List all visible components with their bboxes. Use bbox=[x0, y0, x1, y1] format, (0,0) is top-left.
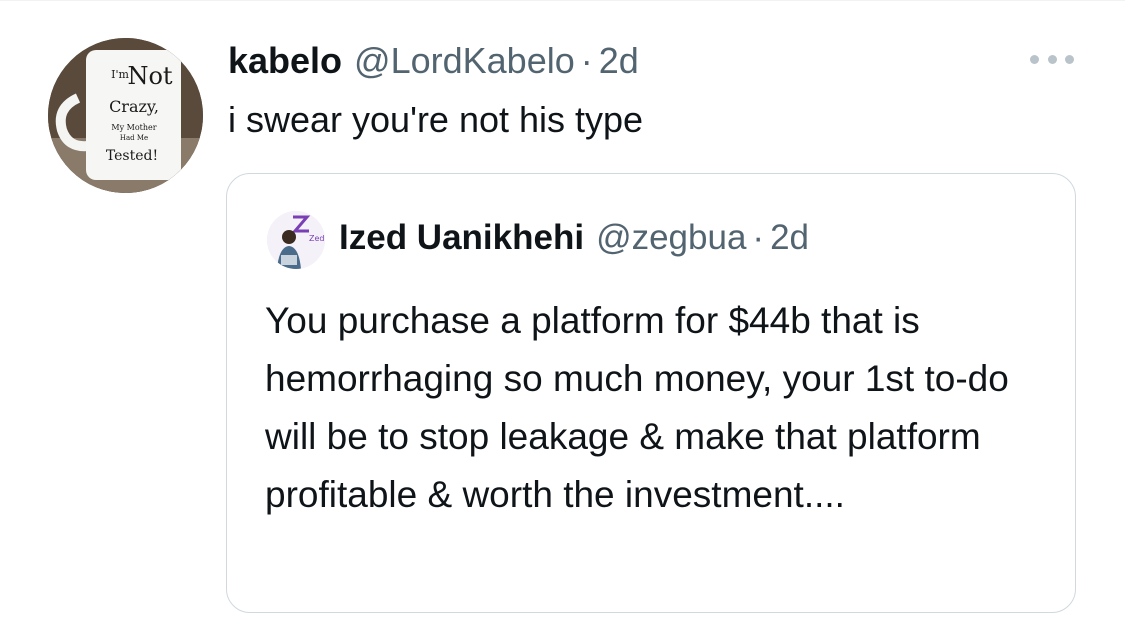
more-options-button[interactable] bbox=[1030, 44, 1074, 74]
more-horizontal-icon bbox=[1030, 54, 1039, 64]
quoted-tweet-card[interactable]: Zedi Ized Uanikhehi @zegbua · 2d You pur… bbox=[226, 173, 1076, 613]
more-horizontal-icon bbox=[1065, 54, 1074, 64]
quoted-tweet-text: You purchase a platform for $44b that is… bbox=[265, 300, 1009, 515]
mug-text-line: Not bbox=[127, 62, 172, 90]
quoted-author-handle[interactable]: @zegbua bbox=[596, 218, 746, 258]
quoted-tweet-header: Ized Uanikhehi @zegbua · 2d bbox=[339, 218, 809, 258]
mug-text-line: Had Me bbox=[120, 134, 148, 142]
quoted-author-avatar[interactable]: Zedi bbox=[267, 211, 325, 269]
zedi-avatar-image: Zedi bbox=[267, 211, 325, 269]
author-handle[interactable]: @LordKabelo bbox=[354, 40, 575, 82]
tweet-timestamp[interactable]: 2d bbox=[599, 40, 639, 82]
more-horizontal-icon bbox=[1047, 54, 1057, 64]
author-name[interactable]: kabelo bbox=[228, 40, 342, 82]
tweet-text: i swear you're not his type bbox=[228, 99, 644, 140]
mug-text-line: My Mother bbox=[111, 123, 156, 132]
author-avatar[interactable]: I'm Not Crazy, My Mother Had Me Tested! bbox=[48, 38, 203, 193]
quoted-tweet-timestamp[interactable]: 2d bbox=[770, 218, 809, 258]
quoted-author-name[interactable]: Ized Uanikhehi bbox=[339, 218, 584, 258]
separator-dot: · bbox=[580, 40, 593, 81]
top-divider bbox=[0, 0, 1125, 1]
mug-avatar-image: I'm Not Crazy, My Mother Had Me Tested! bbox=[48, 38, 203, 193]
logo-text: Zedi bbox=[309, 234, 325, 243]
mug-text-line: Crazy, bbox=[109, 97, 159, 116]
separator-dot: · bbox=[752, 218, 765, 257]
mug-text-line: Tested! bbox=[106, 148, 158, 164]
tweet-header: kabelo @LordKabelo · 2d bbox=[228, 40, 639, 84]
